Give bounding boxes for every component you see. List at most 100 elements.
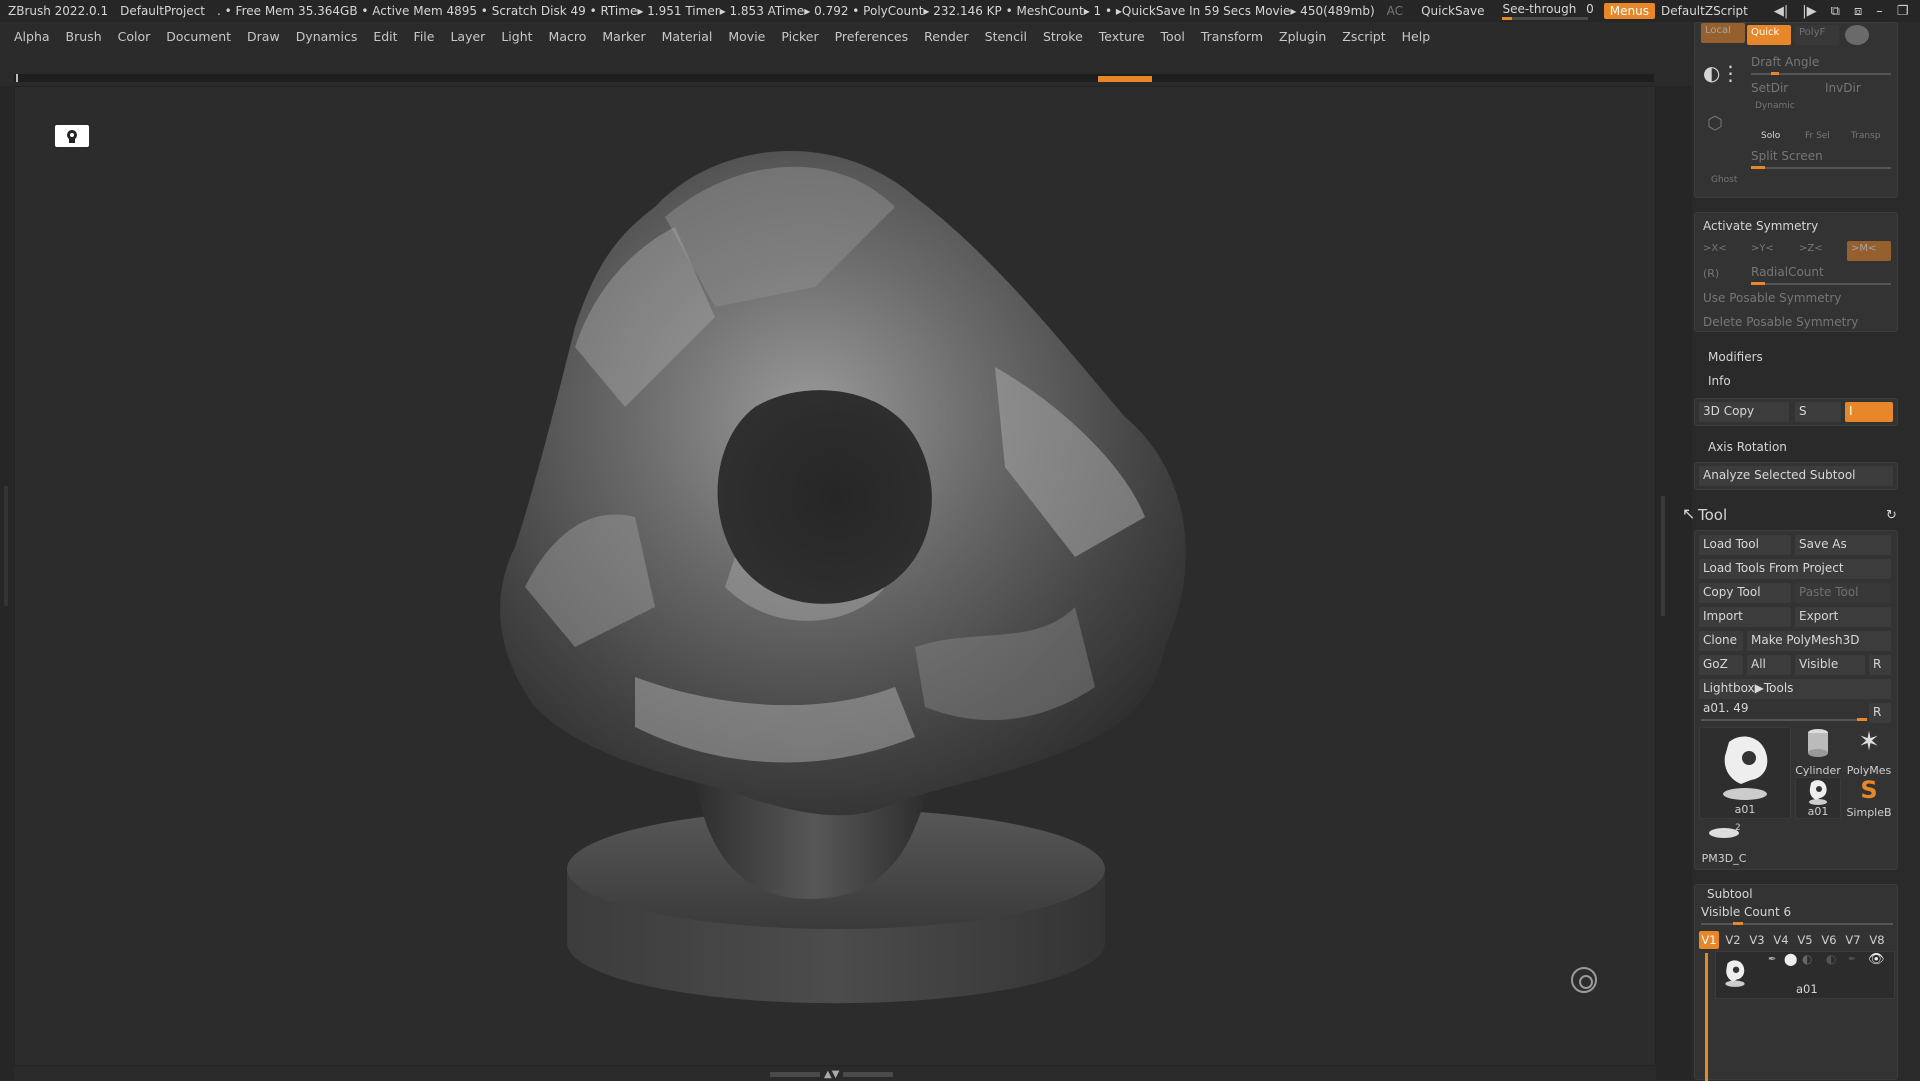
visibility-eye-icon[interactable]: 👁	[1868, 952, 1885, 967]
menu-render[interactable]: Render	[924, 29, 969, 44]
goz-all-button[interactable]: All	[1747, 655, 1791, 675]
menu-movie[interactable]: Movie	[728, 29, 765, 44]
menu-preferences[interactable]: Preferences	[835, 29, 909, 44]
analyze-selected-subtool-button[interactable]: Analyze Selected Subtool	[1699, 466, 1893, 486]
modifiers-subpalette[interactable]: Modifiers	[1708, 350, 1763, 364]
camera-icon[interactable]	[55, 125, 89, 147]
info-subpalette[interactable]: Info	[1708, 374, 1731, 388]
subtool-version-v3[interactable]: V3	[1747, 931, 1767, 949]
menu-zscript[interactable]: Zscript	[1342, 29, 1385, 44]
import-button[interactable]: Import	[1699, 607, 1791, 627]
setdir-button[interactable]: SetDir	[1751, 81, 1788, 95]
tool-thumb-polymesh[interactable]: ✶ PolyMes	[1843, 727, 1895, 777]
axis-rotation-subpalette[interactable]: Axis Rotation	[1708, 440, 1787, 454]
sym-x-button[interactable]: >X<	[1703, 243, 1727, 254]
s-button[interactable]: S	[1795, 402, 1841, 422]
subtool-version-v4[interactable]: V4	[1771, 931, 1791, 949]
tool-thumb-simplebrush[interactable]: S SimpleB	[1843, 777, 1895, 819]
minimize-icon[interactable]: –	[1876, 4, 1883, 19]
split-screen-label[interactable]: Split Screen	[1751, 149, 1823, 163]
menu-marker[interactable]: Marker	[602, 29, 645, 44]
see-through-slider[interactable]: See-through 0	[1498, 2, 1594, 20]
menu-file[interactable]: File	[414, 29, 435, 44]
right-tray-handle[interactable]	[1661, 496, 1665, 616]
i-button[interactable]: I	[1845, 402, 1893, 422]
menus-button[interactable]: Menus	[1603, 3, 1655, 19]
paint-icon[interactable]: ✒	[1848, 954, 1856, 965]
copy-tool-button[interactable]: Copy Tool	[1699, 583, 1791, 603]
sphere-button[interactable]	[1845, 25, 1869, 45]
lightbox-tools-button[interactable]: Lightbox▶Tools	[1699, 679, 1891, 699]
clone-button[interactable]: Clone	[1699, 631, 1743, 651]
radial-count-slider[interactable]: RadialCount	[1751, 265, 1824, 279]
menu-layer[interactable]: Layer	[450, 29, 485, 44]
window-layout-icon[interactable]: ⧉	[1831, 4, 1840, 19]
subtool-item[interactable]: ✒ ⬤ ◐ ◐ ✒ 👁 a01	[1715, 951, 1895, 999]
menu-tool[interactable]: Tool	[1161, 29, 1185, 44]
cube-icon[interactable]: ⬡	[1707, 113, 1723, 134]
menu-alpha[interactable]: Alpha	[14, 29, 50, 44]
menu-edit[interactable]: Edit	[373, 29, 397, 44]
current-tool-r-button[interactable]: R	[1869, 703, 1891, 723]
subtool-version-v2[interactable]: V2	[1723, 931, 1743, 949]
load-tools-from-project-button[interactable]: Load Tools From Project	[1699, 559, 1891, 579]
tool-thumb-a01-large[interactable]: a01	[1699, 727, 1791, 819]
subtool-version-v5[interactable]: V5	[1795, 931, 1815, 949]
tool-reset-icon[interactable]: ↻	[1886, 508, 1897, 523]
menu-stencil[interactable]: Stencil	[985, 29, 1027, 44]
goz-r-button[interactable]: R	[1869, 655, 1891, 675]
menu-dynamics[interactable]: Dynamics	[296, 29, 358, 44]
transp-button[interactable]: Transp	[1851, 131, 1881, 141]
palette-right-icon[interactable]: |▶	[1802, 4, 1816, 19]
contrast-icon[interactable]: ◐⋮	[1703, 61, 1740, 85]
current-tool-slider[interactable]: a01. 49	[1703, 701, 1749, 715]
sculpt-model[interactable]	[15, 87, 1657, 1067]
sym-radial-r-button[interactable]: (R)	[1703, 267, 1719, 280]
menu-color[interactable]: Color	[118, 29, 151, 44]
menu-zplugin[interactable]: Zplugin	[1279, 29, 1326, 44]
quick-button[interactable]: Quick	[1747, 25, 1791, 45]
subtool-version-v7[interactable]: V7	[1843, 931, 1863, 949]
tool-thumb-a01-small[interactable]: a01	[1795, 777, 1841, 819]
visible-count-slider[interactable]: Visible Count 6	[1701, 905, 1791, 919]
menu-draw[interactable]: Draw	[247, 29, 280, 44]
floor-grid-icon[interactable]	[1571, 967, 1597, 993]
frsel-button[interactable]: Fr Sel	[1805, 131, 1830, 141]
delete-posable-symmetry-button[interactable]: Delete Posable Symmetry	[1703, 315, 1858, 329]
menu-texture[interactable]: Texture	[1099, 29, 1145, 44]
invdir-button[interactable]: InvDir	[1825, 81, 1861, 95]
export-button[interactable]: Export	[1795, 607, 1891, 627]
use-posable-symmetry-button[interactable]: Use Posable Symmetry	[1703, 291, 1841, 305]
subtool-version-v6[interactable]: V6	[1819, 931, 1839, 949]
see-through-knob[interactable]	[1502, 17, 1513, 20]
sym-z-button[interactable]: >Z<	[1799, 243, 1823, 254]
tool-pin-icon[interactable]: ↖	[1682, 504, 1695, 523]
menu-document[interactable]: Document	[166, 29, 231, 44]
brush-icon[interactable]: ✒	[1768, 954, 1776, 965]
quicksave-button[interactable]: QuickSave	[1415, 4, 1490, 18]
material-icon[interactable]: ◐	[1826, 952, 1836, 966]
menu-transform[interactable]: Transform	[1201, 29, 1263, 44]
sym-m-button[interactable]: >M<	[1847, 241, 1891, 261]
load-tool-button[interactable]: Load Tool	[1699, 535, 1791, 555]
goz-visible-button[interactable]: Visible	[1795, 655, 1865, 675]
palette-left-icon[interactable]: ◀|	[1774, 4, 1788, 19]
menu-help[interactable]: Help	[1402, 29, 1431, 44]
menu-light[interactable]: Light	[501, 29, 532, 44]
ghost-button[interactable]: Ghost	[1711, 175, 1737, 185]
ac-toggle[interactable]: AC	[1387, 4, 1403, 18]
restore-icon[interactable]: ❐	[1897, 4, 1909, 19]
document-canvas[interactable]	[14, 86, 1656, 1066]
make-polymesh3d-button[interactable]: Make PolyMesh3D	[1747, 631, 1891, 651]
menu-material[interactable]: Material	[662, 29, 713, 44]
menu-picker[interactable]: Picker	[781, 29, 818, 44]
local-button[interactable]: Local	[1701, 23, 1745, 43]
sym-y-button[interactable]: >Y<	[1751, 243, 1774, 254]
polyf-button[interactable]: PolyF	[1795, 25, 1839, 45]
save-as-button[interactable]: Save As	[1795, 535, 1891, 555]
tool-palette-title[interactable]: Tool	[1698, 506, 1727, 524]
draft-angle-label[interactable]: Draft Angle	[1751, 55, 1819, 69]
polypaint-toggle-icon[interactable]: ⬤	[1784, 952, 1797, 966]
window-cascade-icon[interactable]: ⧈	[1854, 4, 1862, 19]
menu-stroke[interactable]: Stroke	[1043, 29, 1083, 44]
